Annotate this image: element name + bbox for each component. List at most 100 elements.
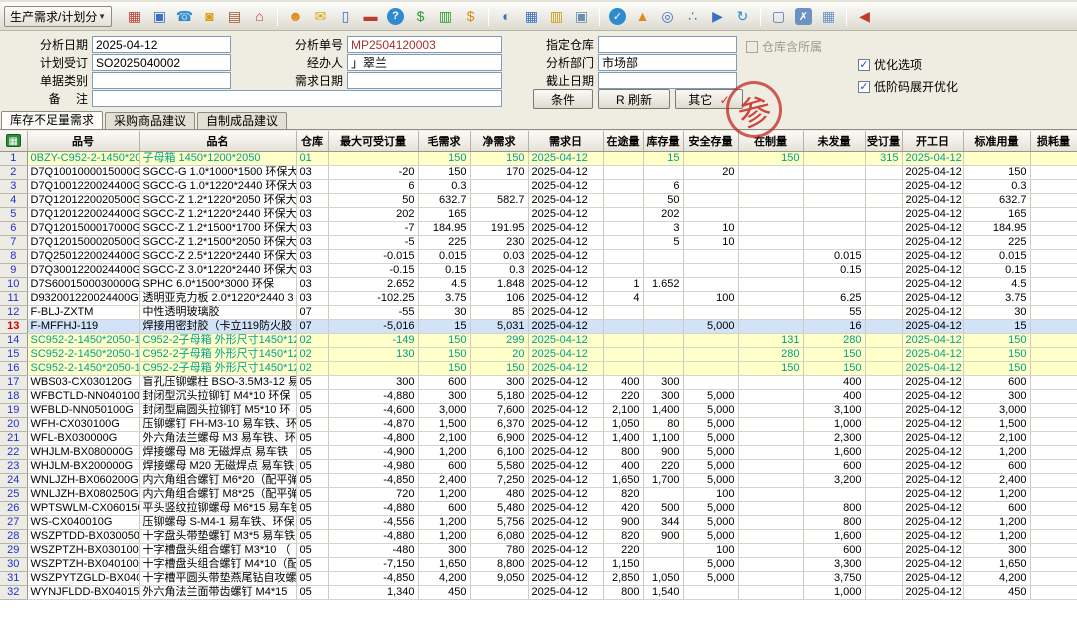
table-row[interactable]: 2D7Q1001000015000GSGCC-G 1.0*1000*1500 环… [0,165,1077,179]
users-icon[interactable]: ☻ [285,6,306,27]
remark-input[interactable] [92,90,502,107]
money-icon[interactable]: $ [410,6,431,27]
row-number[interactable]: 21 [0,431,27,445]
col-header-net-demand[interactable]: 净需求 [470,131,528,151]
table-row[interactable]: 31WSZPYTZGLD-BX040150十字槽平圆头带垫燕尾钻自攻螺05-4,… [0,571,1077,585]
col-header-item-name[interactable]: 品名 [139,131,296,151]
table-row[interactable]: 12F-BLJ-ZXTM中性透明玻璃胶07-5530852025-04-1255… [0,305,1077,319]
person-money-icon[interactable]: $ [460,6,481,27]
col-header-demand-date[interactable]: 需求日 [528,131,603,151]
table-row[interactable]: 18WFBCTLD-NN040100G封闭型沉头拉铆钉 M4*10 环保05-4… [0,389,1077,403]
doc-type-input[interactable] [92,72,231,89]
monitor-cursor-icon[interactable]: ▶ [707,6,728,27]
table-row[interactable]: 10BZY-C952-2-1450*20子母箱 1450*1200*205001… [0,151,1077,165]
table-row[interactable]: 14SC952-2-1450*2050-1C952-2子母箱 外形尺寸1450*… [0,333,1077,347]
table-row[interactable]: 30WSZPTZH-BX040100G十字槽盘头组合螺钉 M4*10（配05-7… [0,557,1077,571]
table-row[interactable]: 29WSZPTZH-BX030100G十字槽盘头组合螺钉 M3*10 （05-4… [0,543,1077,557]
mail-icon[interactable]: ✉ [310,6,331,27]
row-number[interactable]: 32 [0,585,27,599]
table-row[interactable]: 15SC952-2-1450*2050-1C952-2子母箱 外形尺寸1450*… [0,347,1077,361]
doc-search-icon[interactable]: ◎ [657,6,678,27]
calculator-icon[interactable]: ▦ [521,6,542,27]
col-header-in-transit[interactable]: 在途量 [603,131,643,151]
table-row[interactable]: 20WFH-CX030100G压铆螺钉 FH-M3-10 易车铁、环05-4,8… [0,417,1077,431]
row-number[interactable]: 31 [0,571,27,585]
network-icon[interactable]: ∴ [682,6,703,27]
table-row[interactable]: 23WHJLM-BX200000G焊接螺母 M20 无磁焊点 易车铁05-4,9… [0,459,1077,473]
col-header-in-process[interactable]: 在制量 [738,131,803,151]
checkbox-low-level-code[interactable]: 低阶码展开优化 [858,78,958,95]
excel-export-icon[interactable]: ▦ [6,134,21,147]
col-header-stock[interactable]: 库存量 [643,131,683,151]
row-number[interactable]: 1 [0,151,27,165]
table-row[interactable]: 22WHJLM-BX080000G焊接螺母 M8 无磁焊点 易车铁05-4,90… [0,445,1077,459]
handler-input[interactable] [347,54,502,71]
row-number[interactable]: 14 [0,333,27,347]
row-number[interactable]: 24 [0,473,27,487]
home-icon[interactable]: ⌂ [249,6,270,27]
row-number[interactable]: 9 [0,263,27,277]
table-row[interactable]: 21WFL-BX030000G外六角法兰螺母 M3 易车铁、环05-4,8002… [0,431,1077,445]
table-row[interactable]: 13F-MFFHJ-119焊接用密封胶（卡立119防火胶07-5,016155,… [0,319,1077,333]
condition-button[interactable]: 条件 [533,89,593,109]
table-row[interactable]: 10D7S6001500030000GSPHC 6.0*1500*3000 环保… [0,277,1077,291]
table-row[interactable]: 19WFBLD-NN050100G封闭型扁圆头拉铆钉 M5*10 环05-4,6… [0,403,1077,417]
row-number[interactable]: 22 [0,445,27,459]
briefcase-icon[interactable]: ▤ [224,6,245,27]
col-header-warehouse[interactable]: 仓库 [296,131,328,151]
chart-search-icon[interactable]: ◐ [496,6,517,27]
row-number[interactable]: 18 [0,389,27,403]
col-header-loss-qty[interactable]: 损耗量 [1030,131,1077,151]
row-number[interactable]: 13 [0,319,27,333]
refresh-button[interactable]: R 刷新 [598,89,670,109]
table-row[interactable]: 24WNLJZH-BX060200G内六角组合螺钉 M6*20（配平弹05-4,… [0,473,1077,487]
table-row[interactable]: 8D7Q2501220024400GSGCC-Z 2.5*1220*2440 环… [0,249,1077,263]
row-number[interactable]: 25 [0,487,27,501]
warehouse-input[interactable] [598,36,737,53]
row-number[interactable]: 26 [0,501,27,515]
checkbox-optimize[interactable]: 优化选项 [858,56,922,73]
table-row[interactable]: 25WNLJZH-BX080250G内六角组合螺钉 M8*25（配平弹05720… [0,487,1077,501]
col-header-max-orderable[interactable]: 最大可受订量 [328,131,418,151]
row-number[interactable]: 2 [0,165,27,179]
row-number[interactable]: 28 [0,529,27,543]
col-header-safety-stock[interactable]: 安全存量 [683,131,738,151]
row-number[interactable]: 6 [0,221,27,235]
table-row[interactable]: 11D932001220024400G透明亚克力板 2.0*1220*2440 … [0,291,1077,305]
help-icon[interactable]: ? [387,8,404,25]
cart-icon[interactable]: ▥ [435,6,456,27]
col-header-gross-demand[interactable]: 毛需求 [418,131,470,151]
tab-stock-shortage-demand[interactable]: 库存不足量需求 [1,111,103,129]
table-row[interactable]: 7D7Q1201500020500GSGCC-Z 1.2*1500*2050 环… [0,235,1077,249]
refresh-icon[interactable]: ↻ [732,6,753,27]
row-number[interactable]: 4 [0,193,27,207]
plan-order-input[interactable] [92,54,231,71]
col-header-unshipped[interactable]: 未发量 [803,131,865,151]
row-number[interactable]: 7 [0,235,27,249]
table-row[interactable]: 3D7Q1001220024400GSGCC-G 1.0*1220*2440 环… [0,179,1077,193]
table-row[interactable]: 9D7Q3001220024400GSGCC-Z 3.0*1220*2440 环… [0,263,1077,277]
module-selector-dropdown[interactable]: 生产需求/计划分 ▼ [4,6,112,27]
table-row[interactable]: 28WSZPTDD-BX030050G十字盘头带垫螺钉 M3*5 易车铁05-4… [0,529,1077,543]
row-number[interactable]: 19 [0,403,27,417]
tab-purchase-suggestion[interactable]: 采购商品建议 [105,112,195,129]
row-number[interactable]: 27 [0,515,27,529]
org-chart-icon[interactable]: ▦ [124,6,145,27]
row-number[interactable]: 15 [0,347,27,361]
analysis-date-input[interactable] [92,36,231,53]
table-row[interactable]: 4D7Q1201220020500GSGCC-Z 1.2*1220*2050 环… [0,193,1077,207]
window-restore-icon[interactable]: ▢ [768,6,789,27]
row-number[interactable]: 23 [0,459,27,473]
row-number[interactable]: 29 [0,543,27,557]
col-header-start-date[interactable]: 开工日 [902,131,963,151]
demand-date-input[interactable] [347,72,502,89]
exit-icon[interactable]: ◀ [854,6,875,27]
checkbox-warehouse-include[interactable]: 仓库含所属 [746,38,822,55]
table-row[interactable]: 6D7Q1201500017000GSGCC-Z 1.2*1500*1700 环… [0,221,1077,235]
deadline-input[interactable] [598,72,737,89]
drawer-icon[interactable]: ▥ [546,6,567,27]
table-row[interactable]: 32WYNJFLDD-BX040150G外六角法兰面带齿螺钉 M4*15051,… [0,585,1077,599]
row-number[interactable]: 3 [0,179,27,193]
col-header-rownum[interactable]: ▦ [0,131,27,151]
table-row[interactable]: 26WPTSWLM-CX060150G平头竖纹拉铆螺母 M6*15 易车铁05-… [0,501,1077,515]
